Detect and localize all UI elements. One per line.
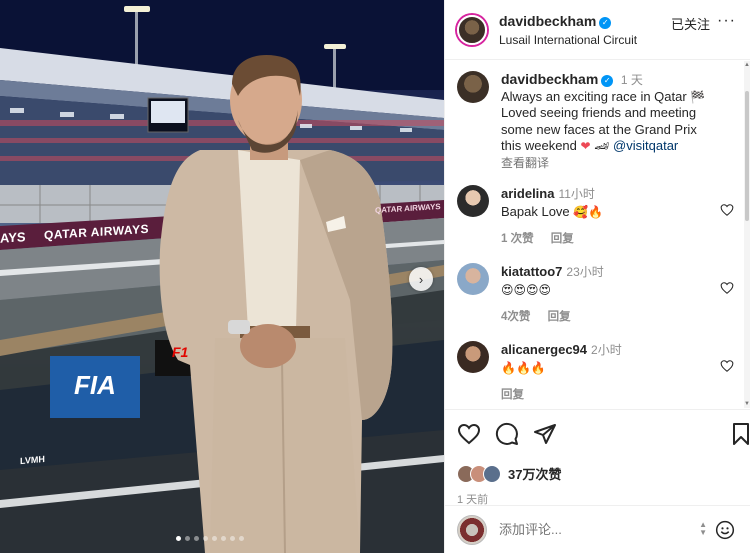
comment-item: alicanergec94 2小时 🔥🔥🔥 回复 [457,341,742,404]
commenter-avatar[interactable] [457,341,489,373]
chevron-right-icon: › [418,271,424,287]
add-comment-input[interactable] [499,522,689,537]
comment-item: aridelina 11小时 Bapak Love 🥰🔥 1 次赞 回复 [457,185,742,248]
share-send-icon[interactable] [533,422,557,446]
caption-avatar[interactable] [457,71,489,103]
comment-emoji: 😍😍😍😍 [501,283,552,297]
comment-bubble-icon[interactable] [495,422,519,446]
caption-username[interactable]: davidbeckham [501,71,598,87]
stepper-arrows-icon[interactable]: ▲ ▼ [699,521,707,537]
commenter-avatar[interactable] [457,263,489,295]
carousel-dot [230,536,235,541]
commenter-username[interactable]: kiatattoo7 [501,264,562,279]
scrollbar-thumb[interactable] [745,91,749,221]
photo-scene [0,0,444,553]
reply-button[interactable]: 回复 [548,311,571,323]
reply-button[interactable]: 回复 [551,233,574,245]
fia-logo: FIA [74,370,116,400]
likes-summary[interactable]: 37万次赞 [457,464,750,483]
like-comment-heart-icon[interactable] [720,281,734,295]
comment-time: 2小时 [591,343,622,357]
more-options-icon[interactable]: ··· [717,12,736,30]
author-avatar[interactable] [457,14,487,45]
carousel-dot [194,536,199,541]
carousel-dots [176,536,244,541]
mention-link[interactable]: @visitqatar [613,138,678,153]
post-photo[interactable]: › AYS QATAR AIRWAYS QATAR AIRWAYS FIA F1… [0,0,444,553]
commenter-username[interactable]: aridelina [501,186,554,201]
carousel-next-button[interactable]: › [409,267,433,291]
red-heart-icon: ❤ [580,139,591,153]
verified-badge-icon: ✓ [601,75,614,87]
post-actions: 37万次赞 1 天前 [445,409,750,507]
caption-line-4: this weekend [501,138,581,153]
scroll-up-arrow-icon[interactable]: ▲ [744,62,750,68]
verified-badge-icon: ✓ [599,16,612,29]
commenter-username[interactable]: alicanergec94 [501,342,587,357]
like-comment-heart-icon[interactable] [720,203,734,217]
carousel-dot [203,536,208,541]
comment-text: Bapak Love [501,204,574,219]
carousel-dot [212,536,217,541]
caption-text: davidbeckham ✓ 1 天 Always an exciting rac… [501,71,742,171]
post-header: davidbeckham ✓ Lusail International Circu… [445,0,750,60]
caption-line-1: Always an exciting race in Qatar [501,88,691,104]
add-comment-bar: ▲▼ [445,505,750,553]
comment-item: kiatattoo7 23小时 😍😍😍😍 4次赞 回复 [457,263,742,326]
post-side-panel: davidbeckham ✓ Lusail International Circu… [444,0,750,553]
comment-time: 23小时 [566,265,604,279]
comments-list[interactable]: davidbeckham ✓ 1 天 Always an exciting rac… [445,61,745,408]
likes-count[interactable]: 37万次赞 [508,464,561,483]
liker-avatar [483,464,501,483]
race-car-icon: 🏎 [594,139,610,153]
comment-likes[interactable]: 1 次赞 [501,233,534,245]
post-location[interactable]: Lusail International Circuit [499,33,637,47]
comment-emoji: 🔥🔥🔥 [501,361,546,375]
emoji-smile-icon[interactable] [715,520,735,540]
caption-line-3: some new faces at the Grand Prix [501,121,697,137]
billboard-text-left: AYS [0,229,26,246]
carousel-dot [239,536,244,541]
comment-likes[interactable]: 4次赞 [501,311,530,323]
current-user-avatar[interactable] [457,514,487,545]
like-heart-icon[interactable] [457,422,481,446]
caption-line-2: Loved seeing friends and meeting [501,105,697,120]
reply-button[interactable]: 回复 [501,389,524,401]
comment-time: 11小时 [558,187,595,201]
commenter-avatar[interactable] [457,185,489,217]
save-bookmark-icon[interactable] [729,422,750,446]
caption-item: davidbeckham ✓ 1 天 Always an exciting rac… [457,71,742,171]
f1-logo: F1 [172,344,189,360]
see-translation-link[interactable]: 查看翻译 [501,156,549,170]
like-comment-heart-icon[interactable] [720,359,734,373]
scroll-down-arrow-icon[interactable]: ▼ [744,401,750,407]
comment-emoji: 🥰🔥 [573,205,604,219]
following-button[interactable]: 已关注 [671,14,710,33]
carousel-dot [176,536,181,541]
author-username[interactable]: davidbeckham [499,13,596,29]
caption-time: 1 天 [620,73,643,87]
comments-scrollbar[interactable]: ▲ ▼ [744,61,750,408]
carousel-dot [221,536,226,541]
checkered-flag-icon: 🏁 [690,89,706,104]
carousel-dot [185,536,190,541]
